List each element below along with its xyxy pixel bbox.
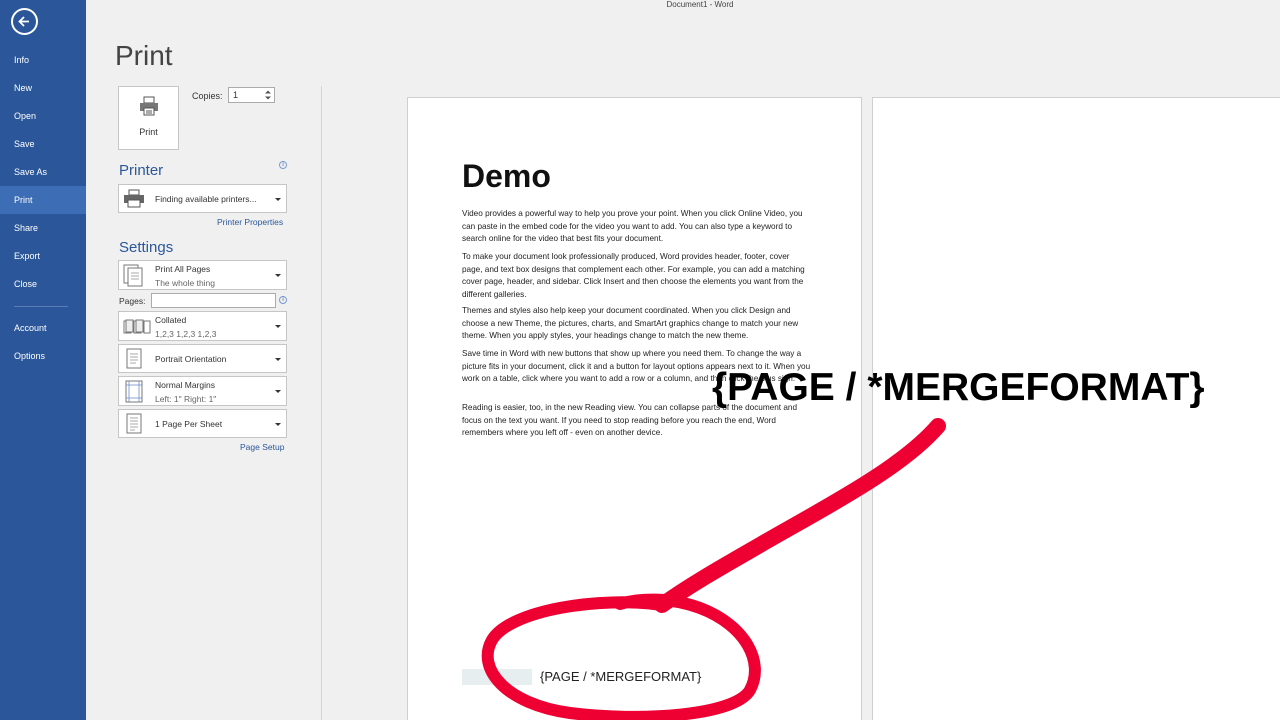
word-backstage-window: Document1 - Word Info New Open Save Save…	[0, 0, 1280, 720]
annotation-callout-text: {PAGE / *MERGEFORMAT}	[712, 366, 1205, 409]
pages-icon	[123, 264, 143, 287]
sidebar-divider	[14, 306, 68, 307]
pages-label: Pages:	[119, 296, 146, 306]
printer-icon	[140, 96, 158, 116]
pages-per-sheet-dropdown[interactable]: 1 Page Per Sheet	[118, 409, 287, 438]
printer-info-icon[interactable]: i	[279, 161, 287, 169]
settings-heading: Settings	[119, 239, 174, 256]
window-title: Document1 - Word	[666, 0, 734, 9]
chevron-down-icon	[275, 325, 281, 328]
footer-field-shading	[462, 669, 532, 685]
copies-value: 1	[233, 90, 239, 100]
print-range-title: Print All Pages	[155, 264, 211, 274]
margins-dropdown[interactable]: Normal Margins Left: 1" Right: 1"	[118, 376, 287, 406]
sidebar-item-close[interactable]: Close	[0, 270, 86, 298]
print-range-dropdown[interactable]: Print All Pages The whole thing	[118, 260, 287, 290]
orientation-title: Portrait Orientation	[155, 354, 227, 364]
panel-divider	[321, 86, 322, 720]
collated-icon	[123, 319, 151, 334]
sidebar-item-account[interactable]: Account	[0, 314, 86, 342]
backstage-sidebar: Info New Open Save Save As Print Share E…	[0, 0, 86, 720]
portrait-page-icon	[126, 348, 142, 369]
sidebar-item-new[interactable]: New	[0, 74, 86, 102]
pages-info-icon[interactable]: i	[279, 296, 287, 304]
sidebar-item-save[interactable]: Save	[0, 130, 86, 158]
copies-stepper[interactable]: 1	[228, 87, 275, 103]
copies-label: Copies:	[192, 91, 223, 101]
single-page-icon	[126, 413, 142, 434]
pages-per-sheet-title: 1 Page Per Sheet	[155, 419, 223, 429]
chevron-down-icon	[275, 274, 281, 277]
printer-icon	[124, 189, 144, 208]
printer-dropdown[interactable]: Finding available printers...	[118, 184, 287, 213]
page-title: Print	[115, 40, 173, 71]
sidebar-item-share[interactable]: Share	[0, 214, 86, 242]
pages-input[interactable]	[151, 293, 276, 308]
document-paragraph: Themes and styles also help keep your do…	[462, 306, 799, 341]
chevron-down-icon	[275, 390, 281, 393]
chevron-down-icon	[275, 357, 281, 361]
collation-dropdown[interactable]: Collated 1,2,3 1,2,3 1,2,3	[118, 311, 287, 341]
sidebar-item-info[interactable]: Info	[0, 46, 86, 74]
sidebar-item-save-as[interactable]: Save As	[0, 158, 86, 186]
sidebar-item-open[interactable]: Open	[0, 102, 86, 130]
page-setup-link[interactable]: Page Setup	[240, 442, 284, 452]
printer-status: Finding available printers...	[155, 194, 257, 204]
sidebar-item-print[interactable]: Print	[0, 186, 86, 214]
collation-subtitle: 1,2,3 1,2,3 1,2,3	[155, 329, 217, 339]
document-paragraph: Video provides a powerful way to help yo…	[462, 209, 803, 244]
document-title: Demo	[462, 158, 551, 194]
chevron-down-icon	[275, 422, 281, 426]
chevron-down-icon	[275, 197, 281, 201]
print-range-subtitle: The whole thing	[155, 278, 216, 288]
print-button[interactable]: Print	[118, 86, 179, 150]
document-paragraph: To make your document look professionall…	[462, 252, 805, 299]
orientation-dropdown[interactable]: Portrait Orientation	[118, 344, 287, 373]
sidebar-item-options[interactable]: Options	[0, 342, 86, 370]
printer-heading: Printer	[119, 162, 164, 179]
margins-subtitle: Left: 1" Right: 1"	[155, 394, 217, 404]
print-button-label: Print	[139, 127, 158, 137]
spinner-arrows-icon[interactable]	[264, 89, 272, 101]
footer-page-field: {PAGE / *MERGEFORMAT}	[540, 669, 702, 684]
margins-icon	[125, 380, 143, 403]
sidebar-item-export[interactable]: Export	[0, 242, 86, 270]
back-arrow-icon[interactable]	[11, 8, 38, 35]
collation-title: Collated	[155, 315, 187, 325]
margins-title: Normal Margins	[155, 380, 215, 390]
printer-properties-link[interactable]: Printer Properties	[217, 217, 283, 227]
